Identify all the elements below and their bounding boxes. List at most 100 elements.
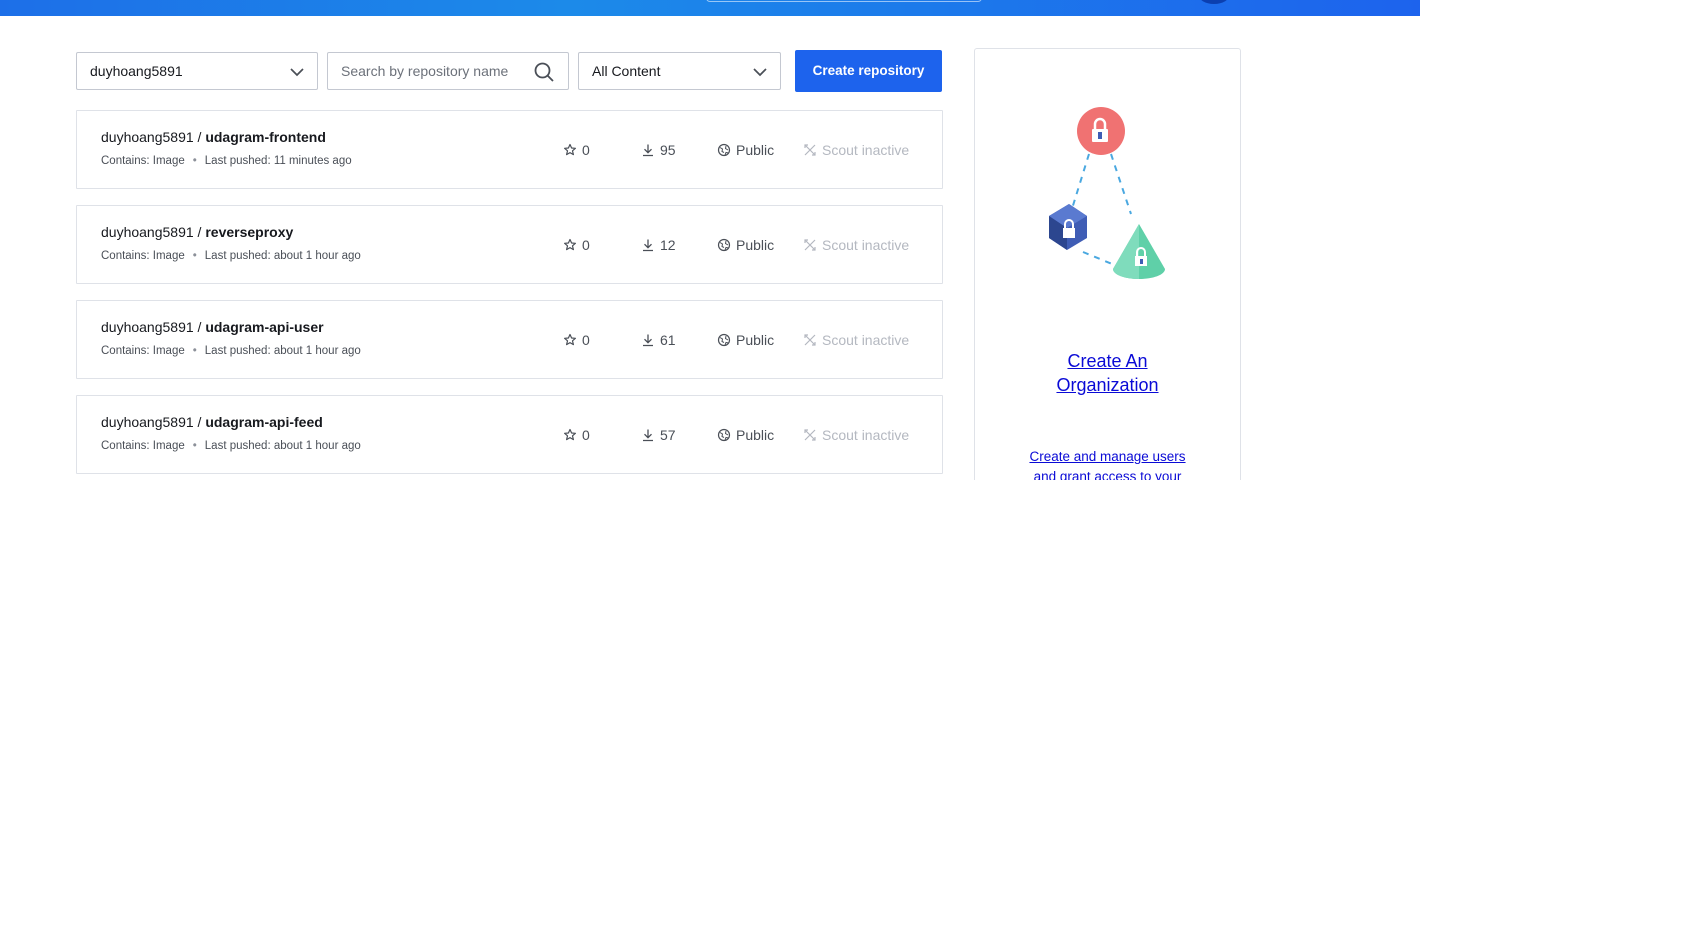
repository-row[interactable]: duyhoang5891 / udagram-api-feed Contains… [76,395,943,474]
repository-list: duyhoang5891 / udagram-frontend Contains… [76,110,943,490]
repository-name: udagram-api-user [205,319,324,335]
repository-stars: 0 [563,425,590,445]
repository-separator: / [193,224,206,240]
scout-status: Scout inactive [803,425,909,445]
search-icon [534,62,554,82]
pulls-count: 57 [660,427,676,443]
scout-status-label: Scout inactive [822,142,910,158]
repository-title[interactable]: duyhoang5891 / udagram-api-feed [101,414,323,430]
repository-row[interactable]: duyhoang5891 / reverseproxy Contains: Im… [76,205,943,284]
repository-row[interactable]: duyhoang5891 / udagram-frontend Contains… [76,110,943,189]
stars-count: 0 [582,142,590,158]
repository-row[interactable]: duyhoang5891 / udagram-api-user Contains… [76,300,943,379]
star-icon [564,143,576,156]
scout-inactive-icon [804,334,816,346]
green-cone-lock-node [1113,224,1165,279]
repository-name: reverseproxy [205,224,294,240]
repository-visibility: Public [717,140,774,160]
globe-icon [717,238,731,252]
visibility-label: Public [736,142,775,158]
repository-separator: / [193,414,206,430]
organization-illustration [1049,107,1165,279]
pulls-count: 95 [660,142,676,158]
repository-title[interactable]: duyhoang5891 / reverseproxy [101,224,293,240]
repository-title[interactable]: duyhoang5891 / udagram-api-user [101,319,324,335]
blue-hexagon-lock-node [1049,204,1087,250]
organization-description-link[interactable]: Create and manage users and grant access… [975,447,1240,480]
repository-pulls: 95 [641,140,676,160]
meta-separator-dot: • [192,345,197,357]
scout-status-label: Scout inactive [822,332,910,348]
repository-separator: / [193,319,206,335]
scout-status-label: Scout inactive [822,237,910,253]
content-type-select[interactable]: All Content [578,52,781,90]
repository-last-pushed: Last pushed: about 1 hour ago [204,345,361,357]
repository-meta: Contains: Image • Last pushed: about 1 hou… [101,345,361,357]
stars-count: 0 [582,237,590,253]
search-placeholder: Search by repository name [341,63,509,79]
repository-meta: Contains: Image • Last pushed: 11 minutes … [101,155,352,167]
stars-count: 0 [582,427,590,443]
scout-status: Scout inactive [803,330,909,350]
create-organization-link[interactable]: Create An Organization [975,349,1240,397]
repository-last-pushed: Last pushed: 11 minutes ago [204,155,352,167]
scout-status: Scout inactive [803,235,909,255]
create-repository-button[interactable]: Create repository [795,50,942,92]
repository-separator: / [193,129,206,145]
repository-namespace: duyhoang5891 [101,319,194,335]
scout-inactive-icon [804,144,816,156]
visibility-label: Public [736,332,775,348]
repository-stars: 0 [563,330,590,350]
visibility-label: Public [736,237,775,253]
repository-contains: Contains: Image [101,440,185,452]
meta-separator-dot: • [192,250,197,262]
globe-icon [717,143,731,157]
visibility-label: Public [736,427,775,443]
repository-visibility: Public [717,425,774,445]
user-avatar[interactable] [1198,0,1230,4]
namespace-select[interactable]: duyhoang5891 [76,52,318,90]
repository-pulls: 57 [641,425,676,445]
repository-search-input[interactable]: Search by repository name [327,52,569,90]
stars-count: 0 [582,332,590,348]
repository-contains: Contains: Image [101,250,185,262]
download-icon [643,429,653,442]
global-search-field[interactable] [706,0,982,2]
repository-pulls: 61 [641,330,676,350]
download-icon [643,239,653,252]
repository-title[interactable]: duyhoang5891 / udagram-frontend [101,129,326,145]
globe-icon [717,333,731,347]
star-icon [564,428,576,441]
repository-meta: Contains: Image • Last pushed: about 1 hou… [101,250,361,262]
repository-last-pushed: Last pushed: about 1 hour ago [204,250,361,262]
top-navigation-bar [0,0,1420,16]
repository-contains: Contains: Image [101,155,185,167]
pulls-count: 12 [660,237,676,253]
repository-stars: 0 [563,140,590,160]
download-icon [643,334,653,347]
namespace-select-value: duyhoang5891 [90,63,183,79]
pulls-count: 61 [660,332,676,348]
repository-visibility: Public [717,235,774,255]
scout-status-label: Scout inactive [822,427,910,443]
repository-pulls: 12 [641,235,676,255]
meta-separator-dot: • [192,440,197,452]
download-icon [643,144,653,157]
repository-namespace: duyhoang5891 [101,129,194,145]
star-icon [564,333,576,346]
organization-promo-card: Create An Organization Create and manage… [974,48,1241,480]
content-type-value: All Content [592,63,661,79]
repository-namespace: duyhoang5891 [101,224,194,240]
repository-name: udagram-frontend [205,129,326,145]
scout-status: Scout inactive [803,140,909,160]
repository-name: udagram-api-feed [205,414,323,430]
globe-icon [717,428,731,442]
repository-last-pushed: Last pushed: about 1 hour ago [204,440,361,452]
scout-inactive-icon [804,429,816,441]
meta-separator-dot: • [192,155,197,167]
chevron-down-icon [290,68,304,77]
scout-inactive-icon [804,239,816,251]
repository-contains: Contains: Image [101,345,185,357]
chevron-down-icon [753,68,767,77]
repository-visibility: Public [717,330,774,350]
